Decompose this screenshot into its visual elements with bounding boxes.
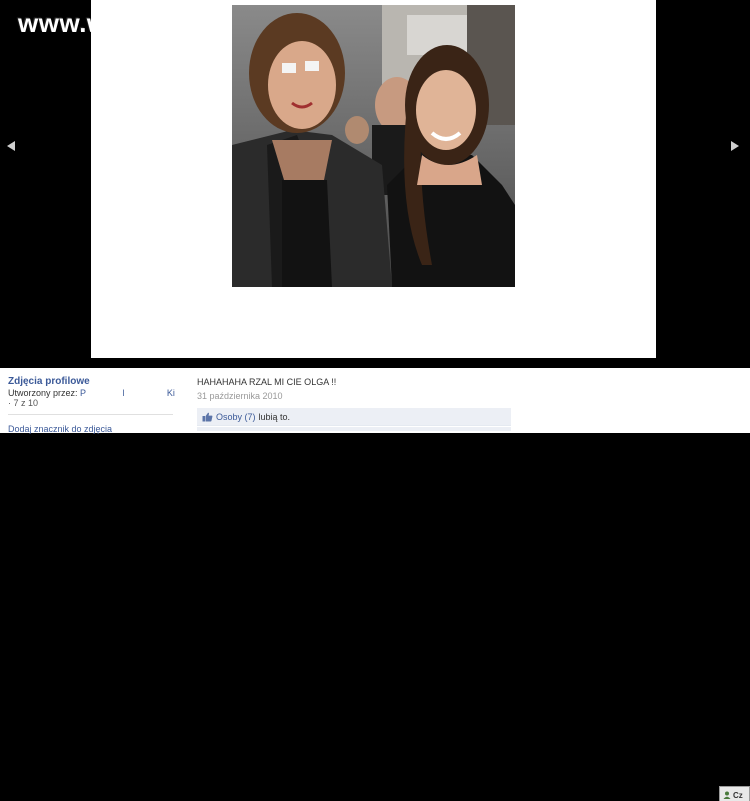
photo-date[interactable]: 31 października 2010 <box>197 391 517 401</box>
photo-counter-value: 7 z 10 <box>13 398 39 408</box>
photo-caption-area: HAHAHAHA RZAL MI CIE OLGA !! 31 paździer… <box>197 377 517 431</box>
created-by-label: Utworzony przez: <box>8 388 78 398</box>
creator-link-first[interactable]: P <box>80 388 86 398</box>
profile-photo[interactable] <box>232 5 515 287</box>
photo-image <box>232 5 515 287</box>
photo-stage <box>91 0 656 358</box>
album-info: Zdjęcia profilowe Utworzony przez: P l K… <box>8 376 176 434</box>
photo-caption: HAHAHAHA RZAL MI CIE OLGA !! <box>197 377 337 387</box>
chat-label: Cz <box>733 790 743 800</box>
comments-area <box>197 427 511 431</box>
next-photo-button[interactable] <box>728 138 742 154</box>
created-by: Utworzony przez: P l Ki <box>8 388 176 398</box>
chat-tab[interactable]: Cz <box>719 786 750 801</box>
creator-link-last[interactable]: Ki <box>167 388 175 398</box>
likes-bar: Osoby (7) lubią to. <box>197 408 511 426</box>
thumbs-up-icon <box>202 412 213 421</box>
likes-text: lubią to. <box>258 411 291 422</box>
creator-link-mid[interactable]: l <box>122 388 124 398</box>
album-title-link[interactable]: Zdjęcia profilowe <box>8 376 176 387</box>
photo-footer: Zdjęcia profilowe Utworzony przez: P l K… <box>0 368 750 801</box>
divider <box>8 414 173 415</box>
photo-counter: · 7 z 10 <box>8 398 39 408</box>
likes-count-link[interactable]: Osoby (7) <box>216 412 256 422</box>
previous-photo-button[interactable] <box>4 138 18 154</box>
arrow-left-icon <box>7 141 15 151</box>
arrow-right-icon <box>731 141 739 151</box>
user-icon <box>723 791 731 799</box>
photo-viewer: www.wiocha.pl <box>0 0 750 368</box>
